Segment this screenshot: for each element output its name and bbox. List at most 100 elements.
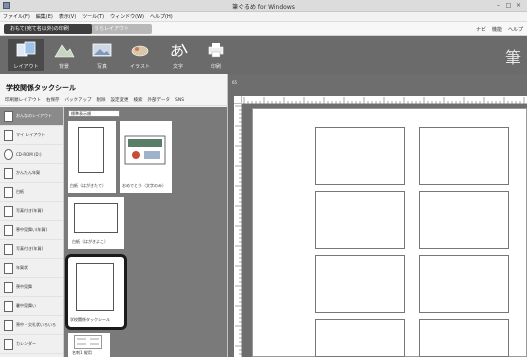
label-cell[interactable]	[315, 255, 405, 313]
tab-front-print[interactable]: おもて(宛て名以外)の印刷	[4, 24, 92, 34]
layout-thumb[interactable]: 白紙（はがきよこ）	[68, 197, 124, 249]
category-item[interactable]: 写真付き(年賀)	[0, 202, 63, 221]
tool-illust-label: イラスト	[130, 64, 150, 70]
mode-tab-row: うらレイアウト おもて(宛て名以外)の印刷 ナビ 機能 ヘルプ	[0, 22, 527, 36]
menu-edit[interactable]: 編集(E)	[36, 13, 53, 20]
tool-illust[interactable]: イラスト	[122, 39, 158, 71]
menu-file[interactable]: ファイル(F)	[3, 13, 30, 20]
menu-window[interactable]: ウィンドウ(W)	[110, 13, 144, 20]
brand-logo: 筆	[504, 48, 521, 67]
tool-background-label: 背景	[58, 64, 69, 70]
card-sheet-preview	[74, 335, 102, 349]
category-item[interactable]: マイ レイアウト	[0, 126, 63, 145]
category-item[interactable]: おんなのレイアウト	[0, 107, 63, 126]
category-label: 喪中・欠礼状いろいろ	[16, 322, 56, 327]
sort-select[interactable]: 標準表示順	[68, 110, 120, 117]
tool-print[interactable]: 印刷	[198, 39, 234, 71]
tab-back-layout[interactable]: うらレイアウト	[88, 24, 152, 34]
maximize-button[interactable]: □	[505, 2, 512, 9]
mountain-icon	[54, 44, 75, 58]
label-cell[interactable]	[315, 319, 405, 357]
label-cell[interactable]	[419, 127, 509, 185]
menu-bar: ファイル(F) 編集(E) 表示(V) ツール(T) ウィンドウ(W) ヘルプ(…	[0, 12, 527, 22]
tool-ribbon: レイアウト 背景 写真 イラスト あ 文字 印刷 筆	[0, 36, 527, 74]
page-icon	[4, 262, 13, 274]
label-cell[interactable]	[315, 191, 405, 249]
toolbar-external-data[interactable]: 外部データ	[148, 97, 171, 103]
panel-title: 学校関係タックシール	[6, 84, 76, 92]
tool-text-label: 文字	[172, 64, 183, 70]
label-cell[interactable]	[315, 127, 405, 185]
blank-landscape-preview	[74, 203, 118, 233]
navi-link[interactable]: ナビ	[476, 26, 486, 33]
layout-thumb-label: 白紙（はがきたて）	[70, 183, 106, 188]
label-sheet-page[interactable]	[252, 108, 527, 357]
toolbar-save[interactable]: 右保存	[46, 97, 60, 103]
label-cell[interactable]	[419, 255, 509, 313]
category-label: おんなのレイアウト	[16, 113, 52, 118]
toolbar-search[interactable]: 検索	[134, 97, 143, 103]
tool-text[interactable]: あ 文字	[160, 39, 196, 71]
layout-thumb[interactable]: おめでとう（文字のみ）	[120, 121, 172, 193]
ruler-ticks	[243, 97, 525, 104]
category-item[interactable]: 写真付き(年賀)	[0, 240, 63, 259]
category-label: CD-ROM (D:)	[16, 151, 42, 157]
layout-panel: 学校関係タックシール 印刷順レイアウト 右保存 バックアップ 削除 設定変更 検…	[0, 74, 228, 357]
toolbar-delete[interactable]: 削除	[97, 97, 106, 103]
greeting-card-preview	[124, 135, 166, 165]
tool-print-label: 印刷	[210, 64, 221, 70]
category-item[interactable]: 白紙	[0, 183, 63, 202]
help-link[interactable]: ヘルプ	[508, 26, 523, 33]
page-icon	[4, 243, 13, 255]
mode-right-links: ナビ 機能 ヘルプ	[476, 26, 523, 33]
category-label: マイ レイアウト	[16, 132, 46, 137]
menu-tools[interactable]: ツール(T)	[82, 13, 104, 20]
tool-photo[interactable]: 写真	[84, 39, 120, 71]
category-item[interactable]: カレンダー	[0, 335, 63, 354]
category-label: 暑中見舞い	[16, 303, 36, 308]
category-label: カレンダー	[16, 341, 36, 346]
folder-icon	[4, 110, 13, 122]
label-cell[interactable]	[419, 191, 509, 249]
ruler-horizontal	[242, 96, 527, 104]
menu-help[interactable]: ヘルプ(H)	[150, 13, 173, 20]
layout-thumb-label: 白紙（はがきよこ）	[72, 239, 108, 244]
layout-thumb[interactable]: 白紙（はがきたて）	[68, 121, 116, 193]
category-item[interactable]: 寒中見舞い(年賀)	[0, 221, 63, 240]
label-cell[interactable]	[419, 319, 509, 357]
category-item[interactable]: かんたん年賀	[0, 164, 63, 183]
photo-icon	[92, 43, 112, 57]
category-label: 喪中見舞	[16, 284, 32, 289]
page-icon	[4, 224, 13, 236]
category-item[interactable]: 暑中見舞い	[0, 297, 63, 316]
category-item[interactable]: CD-ROM (D:)	[0, 145, 63, 164]
menu-view[interactable]: 表示(V)	[59, 13, 76, 20]
window-title: 筆ぐるめ for Windows	[232, 4, 295, 11]
card-icon	[4, 300, 13, 312]
toolbar-sns[interactable]: SNS	[175, 98, 184, 103]
layout-thumb[interactable]: 名刺1 縦用	[68, 333, 110, 357]
page-icon	[4, 319, 13, 331]
category-label: 写真付き(年賀)	[16, 208, 44, 213]
page-icon	[4, 205, 13, 217]
minimize-button[interactable]: –	[495, 2, 502, 9]
toolbar-settings[interactable]: 設定変更	[111, 97, 129, 103]
toolbar-backup[interactable]: バックアップ	[65, 97, 92, 103]
printer-icon	[208, 43, 224, 58]
category-label: 寒中見舞い(年賀)	[16, 227, 48, 232]
brush-text-icon: あ	[170, 43, 188, 60]
toolbar-print-order[interactable]: 印刷順レイアウト	[5, 97, 41, 103]
category-label: 年賀状	[16, 265, 28, 270]
category-item[interactable]: 年賀状	[0, 259, 63, 278]
card-icon	[4, 281, 13, 293]
close-button[interactable]: ×	[515, 2, 522, 9]
svg-text:あ: あ	[170, 44, 184, 59]
function-link[interactable]: 機能	[492, 26, 502, 33]
category-list: おんなのレイアウト マイ レイアウト CD-ROM (D:) かんたん年賀 白紙…	[0, 107, 64, 357]
category-item[interactable]: 喪中・欠礼状いろいろ	[0, 316, 63, 335]
tool-layout[interactable]: レイアウト	[8, 39, 44, 71]
blank-portrait-preview	[78, 127, 104, 173]
category-item[interactable]: 喪中見舞	[0, 278, 63, 297]
zoom-label: 65	[232, 80, 238, 85]
tool-background[interactable]: 背景	[46, 39, 82, 71]
